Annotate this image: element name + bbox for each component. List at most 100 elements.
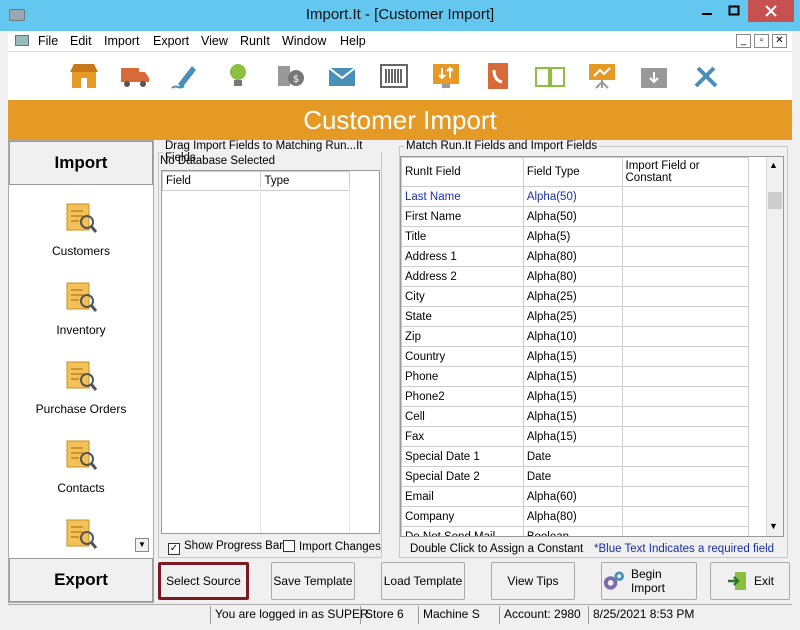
exit-button[interactable]: Exit — [710, 562, 790, 600]
menu-view[interactable]: View — [201, 34, 228, 48]
import-field-cell[interactable] — [621, 266, 749, 287]
column-header-field-type[interactable]: Field Type — [522, 157, 623, 187]
runit-field-cell[interactable]: Cell — [401, 406, 524, 427]
import-field-cell[interactable] — [621, 526, 749, 536]
import-field-cell[interactable] — [621, 446, 749, 467]
nav-contacts[interactable]: Contacts — [9, 438, 153, 495]
runit-field-cell[interactable]: Title — [401, 226, 524, 247]
mdi-restore-button[interactable]: ▫ — [754, 34, 769, 48]
import-field-cell[interactable] — [621, 366, 749, 387]
export-button[interactable]: Export — [9, 558, 153, 602]
import-field-cell[interactable] — [621, 226, 749, 247]
scroll-down-arrow[interactable]: ▼ — [769, 521, 778, 531]
menu-import[interactable]: Import — [104, 34, 139, 48]
coins-icon[interactable]: $ — [274, 60, 306, 92]
table-row[interactable]: Special Date 1 Date — [401, 446, 749, 467]
import-field-cell[interactable] — [621, 386, 749, 407]
menu-runit[interactable]: RunIt — [240, 34, 270, 48]
import-field-cell[interactable] — [621, 506, 749, 527]
menu-file[interactable]: File — [38, 34, 58, 48]
import-field-cell[interactable] — [621, 346, 749, 367]
menu-edit[interactable]: Edit — [70, 34, 92, 48]
runit-field-cell[interactable]: Special Date 1 — [401, 446, 524, 467]
nav-more[interactable] — [9, 517, 153, 560]
table-row[interactable]: City Alpha(25) — [401, 286, 749, 307]
table-row[interactable]: Phone Alpha(15) — [401, 366, 749, 387]
field-type-cell[interactable]: Alpha(25) — [522, 286, 623, 307]
scroll-up-arrow[interactable]: ▲ — [769, 160, 778, 170]
minimize-button[interactable] — [694, 0, 720, 22]
scroll-thumb[interactable] — [768, 192, 782, 209]
field-type-cell[interactable]: Alpha(80) — [522, 506, 623, 527]
field-type-cell[interactable]: Alpha(15) — [522, 346, 623, 367]
field-type-cell[interactable]: Date — [522, 446, 623, 467]
pen-icon[interactable] — [170, 60, 202, 92]
nav-customers[interactable]: Customers — [9, 201, 153, 258]
runit-field-cell[interactable]: Email — [401, 486, 524, 507]
field-type-cell[interactable]: Alpha(80) — [522, 246, 623, 267]
archive-icon[interactable] — [638, 60, 670, 92]
runit-field-cell[interactable]: Special Date 2 — [401, 466, 524, 487]
show-progress-check[interactable]: ✓ — [168, 543, 180, 555]
import-field-cell[interactable] — [621, 486, 749, 507]
field-type-cell[interactable]: Alpha(5) — [522, 226, 623, 247]
runit-field-cell[interactable]: First Name — [401, 206, 524, 227]
field-type-cell[interactable]: Alpha(25) — [522, 306, 623, 327]
field-type-cell[interactable]: Alpha(15) — [522, 386, 623, 407]
table-row[interactable]: Do Not Send Mail Boolean — [401, 526, 749, 536]
menu-help[interactable]: Help — [340, 34, 366, 48]
field-type-cell[interactable]: Date — [522, 466, 623, 487]
field-type-cell[interactable]: Alpha(10) — [522, 326, 623, 347]
mdi-minimize-button[interactable]: _ — [736, 34, 751, 48]
table-row[interactable]: Address 1 Alpha(80) — [401, 246, 749, 267]
import-field-cell[interactable] — [621, 206, 749, 227]
match-grid-scrollbar[interactable]: ▲ ▼ — [766, 157, 783, 536]
show-progress-checkbox[interactable]: ✓ Show Progress Bar — [168, 540, 283, 555]
table-row[interactable]: First Name Alpha(50) — [401, 206, 749, 227]
table-row[interactable]: Address 2 Alpha(80) — [401, 266, 749, 287]
nav-scroll-down-button[interactable]: ▼ — [135, 538, 149, 552]
column-header-type[interactable]: Type — [260, 171, 350, 191]
view-tips-button[interactable]: View Tips — [491, 562, 575, 600]
runit-field-cell[interactable]: State — [401, 306, 524, 327]
column-header-import-field[interactable]: Import Field or Constant — [621, 157, 749, 187]
phonebook-icon[interactable] — [482, 60, 514, 92]
runit-field-cell[interactable]: Fax — [401, 426, 524, 447]
table-row[interactable]: Fax Alpha(15) — [401, 426, 749, 447]
select-source-button[interactable]: Select Source — [158, 562, 249, 600]
field-type-cell[interactable]: Alpha(60) — [522, 486, 623, 507]
runit-field-cell[interactable]: Zip — [401, 326, 524, 347]
runit-field-cell[interactable]: Country — [401, 346, 524, 367]
field-type-cell[interactable]: Alpha(15) — [522, 366, 623, 387]
table-row[interactable]: Company Alpha(80) — [401, 506, 749, 527]
menu-export[interactable]: Export — [153, 34, 189, 48]
menu-window[interactable]: Window — [282, 34, 326, 48]
table-row[interactable]: Title Alpha(5) — [401, 226, 749, 247]
nav-purchase-orders[interactable]: Purchase Orders — [9, 359, 153, 416]
field-type-cell[interactable]: Alpha(50) — [522, 206, 623, 227]
table-row[interactable]: Special Date 2 Date — [401, 466, 749, 487]
book-icon[interactable] — [534, 60, 566, 92]
save-template-button[interactable]: Save Template — [271, 562, 355, 600]
runit-field-cell[interactable]: Company — [401, 506, 524, 527]
table-row[interactable]: State Alpha(25) — [401, 306, 749, 327]
match-fields-grid[interactable]: RunIt Field Field Type Import Field or C… — [400, 156, 784, 537]
field-type-cell[interactable]: Alpha(80) — [522, 266, 623, 287]
truck-icon[interactable] — [119, 60, 151, 92]
table-row[interactable]: Last Name Alpha(50) — [401, 186, 749, 207]
column-header-field[interactable]: Field — [162, 171, 262, 191]
transfer-icon[interactable] — [430, 60, 462, 92]
runit-field-cell[interactable]: City — [401, 286, 524, 307]
field-type-cell[interactable]: Alpha(15) — [522, 426, 623, 447]
table-row[interactable]: Email Alpha(60) — [401, 486, 749, 507]
maximize-button[interactable] — [721, 0, 747, 22]
field-type-cell[interactable]: Alpha(50) — [522, 186, 623, 207]
presentation-icon[interactable] — [586, 60, 618, 92]
import-field-cell[interactable] — [621, 326, 749, 347]
nav-inventory[interactable]: Inventory — [9, 280, 153, 337]
begin-import-button[interactable]: Begin Import — [601, 562, 697, 600]
barcode-icon[interactable] — [378, 60, 410, 92]
column-header-runit-field[interactable]: RunIt Field — [401, 157, 524, 187]
import-field-cell[interactable] — [621, 306, 749, 327]
table-row[interactable]: Zip Alpha(10) — [401, 326, 749, 347]
